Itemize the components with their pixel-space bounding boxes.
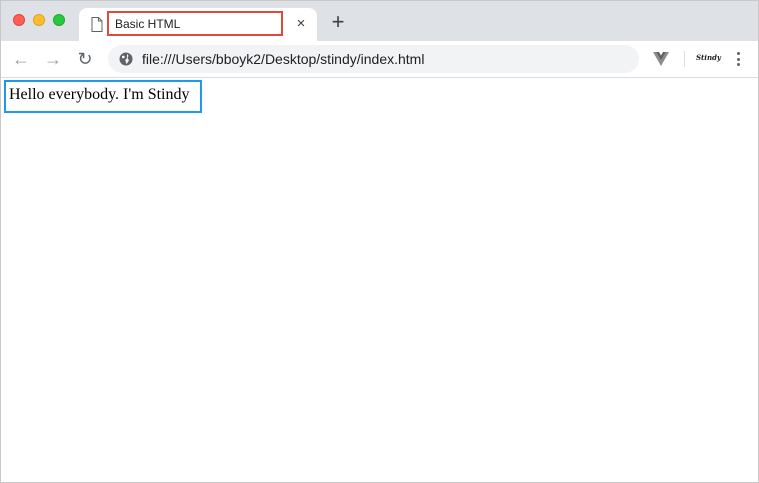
tab-basic-html[interactable]: Basic HTML × (79, 8, 317, 41)
tab-close-button[interactable]: × (293, 16, 309, 32)
forward-button[interactable]: → (43, 49, 63, 69)
vue-icon[interactable] (653, 52, 669, 66)
zoom-window-button[interactable] (53, 14, 65, 26)
url-text[interactable]: file:///Users/bboyk2/Desktop/stindy/inde… (142, 51, 424, 67)
globe-icon (119, 52, 133, 66)
tab-title: Basic HTML (115, 17, 181, 31)
document-icon (91, 17, 103, 32)
close-window-button[interactable] (13, 14, 25, 26)
minimize-window-button[interactable] (33, 14, 45, 26)
new-tab-button[interactable]: + (329, 11, 347, 33)
back-button[interactable]: ← (11, 49, 31, 69)
tab-title-highlight: Basic HTML (107, 11, 283, 36)
reload-button[interactable]: ↻ (75, 49, 95, 69)
page-text: Hello everybody. I'm Stindy (9, 86, 190, 103)
toolbar: ← → ↻ file:///Users/bboyk2/Desktop/stind… (1, 41, 758, 78)
stindy-extension-button[interactable]: Stindy (696, 53, 721, 62)
tab-strip: Basic HTML × + (1, 1, 758, 41)
kebab-menu-icon[interactable] (730, 50, 746, 68)
browser-window: Basic HTML × + ← → ↻ file:///Users/bboyk… (0, 0, 759, 483)
toolbar-divider (684, 51, 685, 67)
page-content: Hello everybody. I'm Stindy (1, 78, 758, 482)
address-bar[interactable]: file:///Users/bboyk2/Desktop/stindy/inde… (108, 45, 639, 73)
